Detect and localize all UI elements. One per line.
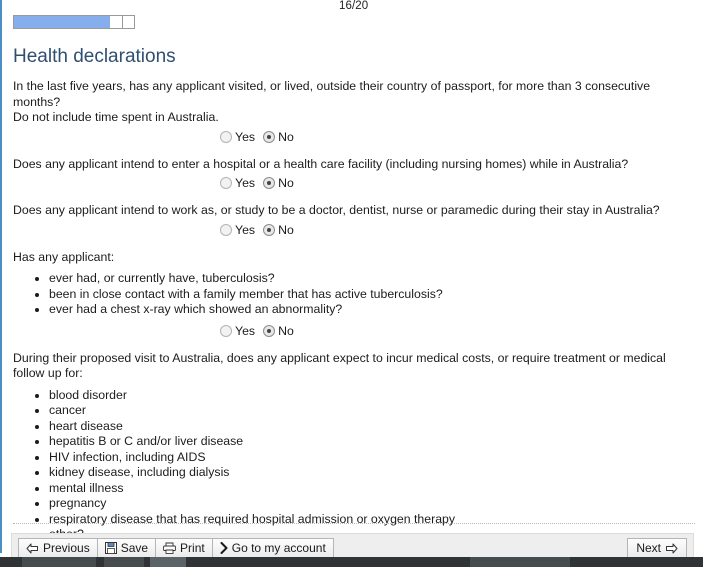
question-text: Does any applicant intend to work as, or… — [13, 203, 695, 219]
question-text-line: In the last five years, has any applican… — [13, 79, 651, 109]
progress-bar — [13, 15, 135, 29]
radio-group-q-tuberculosis: Yes No — [13, 322, 695, 340]
radio-group-q-hospital: Yes No — [13, 174, 695, 192]
progress-bar-tick — [122, 16, 123, 28]
arrow-right-icon — [665, 543, 678, 554]
question-bullet-list: ever had, or currently have, tuberculosi… — [13, 271, 695, 318]
question-text-line: Does any applicant intend to work as, or… — [13, 203, 660, 217]
bullet-item: ever had, or currently have, tuberculosi… — [49, 271, 695, 287]
taskbar-segment[interactable] — [104, 557, 144, 567]
form-content: 16/20 Health declarations In the last fi… — [0, 0, 703, 567]
question-text: Does any applicant intend to enter a hos… — [13, 157, 695, 173]
radio-button-no-selected[interactable] — [263, 324, 276, 337]
bullet-item: respiratory disease that has required ho… — [49, 512, 695, 528]
go-to-my-account-button[interactable]: Go to my account — [211, 538, 334, 558]
toolbar-right-group: Next — [627, 538, 687, 558]
radio-option-yes[interactable]: Yes — [220, 176, 255, 190]
question-spacer — [13, 239, 695, 250]
bullet-item: hepatitis B or C and/or liver disease — [49, 434, 695, 450]
radio-label: No — [278, 129, 294, 144]
radio-group-q-medical-work: Yes No — [13, 221, 695, 239]
radio-group-q-outside-country: Yes No — [13, 128, 695, 146]
application-window: 16/20 Health declarations In the last fi… — [0, 0, 703, 567]
radio-button-no-selected[interactable] — [263, 223, 276, 236]
print-button-label: Print — [180, 541, 205, 555]
radio-button-no-selected[interactable] — [263, 177, 276, 189]
radio-button-yes[interactable] — [220, 324, 232, 337]
bullet-item: blood disorder — [49, 388, 695, 404]
radio-button-yes[interactable] — [220, 177, 232, 189]
question-text: In the last five years, has any applican… — [13, 79, 695, 126]
question-text: Has any applicant: — [13, 250, 695, 266]
footer-divider — [13, 523, 695, 524]
radio-label: No — [278, 323, 294, 338]
bullet-item: HIV infection, including AIDS — [49, 450, 695, 466]
bullet-item: ever had a chest x-ray which showed an a… — [49, 302, 695, 318]
next-button[interactable]: Next — [627, 538, 687, 558]
floppy-disk-icon — [104, 542, 117, 554]
radio-option-yes[interactable]: Yes — [220, 324, 255, 338]
taskbar-segment[interactable] — [470, 557, 570, 567]
header-row: 16/20 — [13, 0, 695, 14]
radio-button-yes[interactable] — [220, 130, 232, 143]
question-spacer — [13, 340, 695, 351]
question-text-line: Do not include time spent in Australia. — [13, 110, 219, 124]
progress-bar-fill — [14, 16, 110, 28]
next-button-label: Next — [636, 541, 661, 555]
bullet-item: pregnancy — [49, 496, 695, 512]
radio-option-no[interactable]: No — [263, 223, 294, 237]
toolbar-left-group: Previous Save Print Go to my account — [18, 538, 334, 558]
page-counter: 16/20 — [339, 0, 369, 12]
radio-label: No — [278, 222, 294, 237]
previous-button-label: Previous — [43, 541, 90, 555]
question-q-outside-country: In the last five years, has any applican… — [13, 79, 695, 157]
question-text-line: Has any applicant: — [13, 249, 115, 264]
radio-option-no[interactable]: No — [263, 324, 294, 338]
question-q-tuberculosis: Has any applicant: ever had, or currently… — [13, 250, 695, 351]
printer-icon — [163, 542, 176, 554]
radio-button-yes[interactable] — [220, 223, 232, 236]
question-text-line: Does any applicant intend to enter a hos… — [13, 156, 629, 171]
radio-label: Yes — [235, 129, 256, 144]
question-q-hospital: Does any applicant intend to enter a hos… — [13, 157, 695, 204]
radio-option-yes[interactable]: Yes — [220, 223, 255, 237]
chevron-right-icon — [220, 542, 228, 554]
question-text: During their proposed visit to Australia… — [13, 351, 695, 382]
bullet-item: cancer — [49, 403, 695, 419]
taskbar-segment[interactable] — [22, 557, 96, 567]
bullet-item: kidney disease, including dialysis — [49, 465, 695, 481]
page-title: Health declarations — [13, 46, 176, 67]
bullet-item: heart disease — [49, 419, 695, 435]
radio-label: Yes — [235, 222, 256, 237]
question-bullet-list: blood disordercancerheart diseasehepatit… — [13, 388, 695, 543]
radio-option-yes[interactable]: Yes — [220, 130, 255, 144]
question-spacer — [13, 146, 695, 157]
taskbar-segment-active[interactable] — [150, 557, 186, 567]
radio-button-no-selected[interactable] — [263, 130, 276, 143]
radio-label: Yes — [235, 176, 256, 190]
radio-label: No — [278, 176, 294, 190]
previous-button[interactable]: Previous — [18, 538, 98, 558]
bullet-item: mental illness — [49, 481, 695, 497]
radio-option-no[interactable]: No — [263, 130, 294, 144]
questions-list: In the last five years, has any applican… — [13, 79, 695, 567]
print-button[interactable]: Print — [155, 538, 213, 558]
question-q-medical-work: Does any applicant intend to work as, or… — [13, 203, 695, 250]
arrow-left-icon — [26, 543, 39, 554]
question-text-line: During their proposed visit to Australia… — [13, 350, 666, 381]
save-button[interactable]: Save — [96, 538, 157, 558]
bullet-item: been in close contact with a family memb… — [49, 287, 695, 303]
os-taskbar-strip — [0, 557, 703, 567]
save-button-label: Save — [120, 541, 149, 555]
go-to-my-account-label: Go to my account — [231, 541, 326, 555]
radio-label: Yes — [235, 323, 256, 338]
radio-option-no[interactable]: No — [263, 176, 294, 190]
question-spacer — [13, 192, 695, 203]
